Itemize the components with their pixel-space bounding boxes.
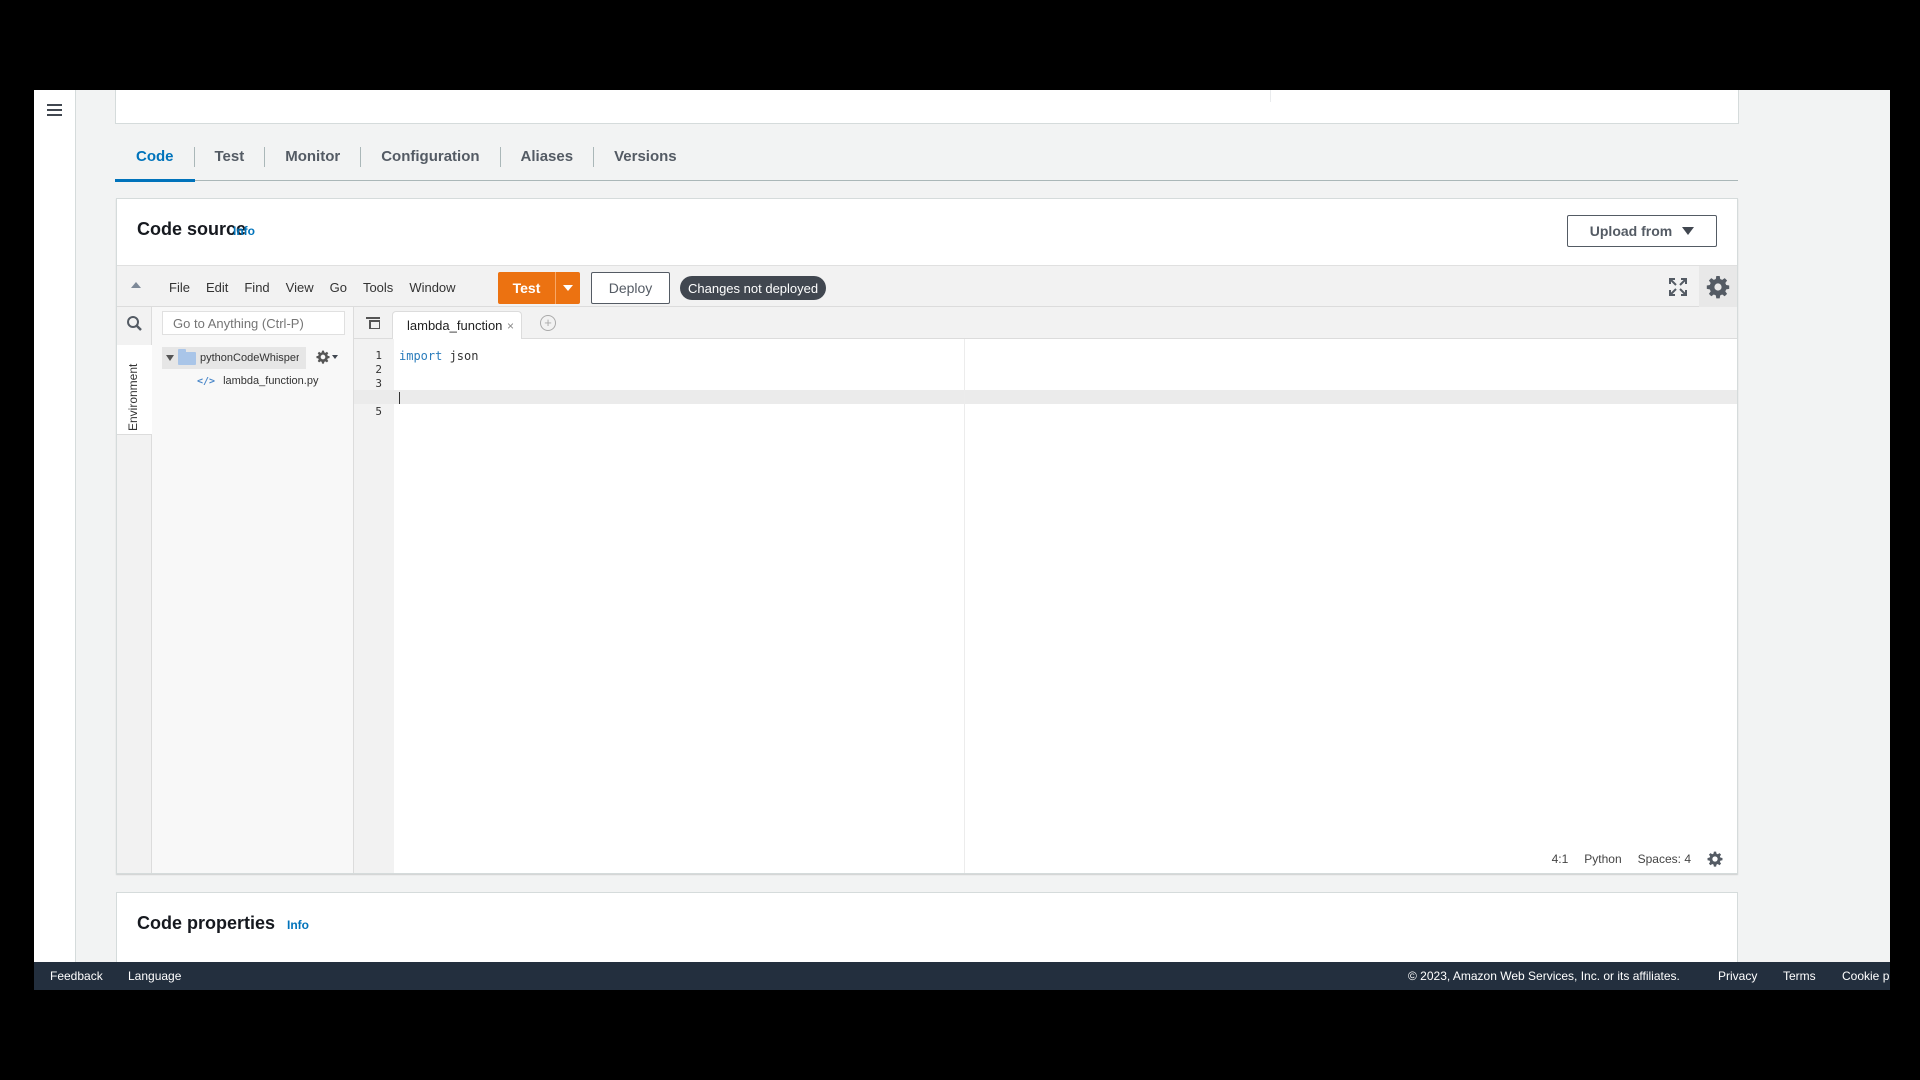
editor-tab-bar: lambda_function × + — [354, 307, 1737, 339]
function-overview-card — [115, 90, 1739, 124]
menu-file[interactable]: File — [161, 280, 198, 295]
code-text: json — [442, 349, 479, 363]
tab-versions[interactable]: Versions — [594, 147, 697, 167]
file-name: lambda_function.py — [223, 375, 319, 387]
line-number: 1 — [375, 349, 382, 362]
gear-icon[interactable] — [1707, 851, 1723, 867]
code-properties-title: Code properties — [137, 913, 276, 933]
deploy-status-badge: Changes not deployed — [680, 276, 827, 300]
hamburger-menu-icon[interactable] — [47, 104, 62, 118]
chevron-down-icon — [563, 285, 573, 291]
indent-setting[interactable]: Spaces: 4 — [1638, 852, 1691, 866]
close-icon[interactable]: × — [507, 319, 514, 333]
terms-link[interactable]: Terms — [1783, 969, 1816, 983]
card-divider — [1270, 90, 1271, 102]
environment-strip: Environment — [117, 307, 152, 873]
ide-toolbar: File Edit Find View Go Tools Window Test… — [117, 265, 1737, 307]
folder-name: pythonCodeWhisperer — [200, 352, 299, 364]
search-icon[interactable] — [126, 315, 143, 332]
tab-configuration[interactable]: Configuration — [361, 147, 501, 167]
code-editor[interactable]: lambda_function × + 1 2 3 4 5 import jso… — [354, 307, 1737, 873]
code-keyword: import — [399, 349, 443, 363]
python-file-icon: </> — [197, 375, 216, 387]
deploy-button[interactable]: Deploy — [591, 272, 670, 304]
triangle-down-icon — [166, 355, 174, 361]
menu-edit[interactable]: Edit — [198, 280, 236, 295]
ide-menu-bar: File Edit Find View Go Tools Window — [161, 266, 464, 308]
tree-folder-item[interactable]: pythonCodeWhisperer — [162, 347, 306, 369]
upload-from-label: Upload from — [1589, 223, 1673, 239]
active-line-highlight — [354, 390, 1737, 404]
tree-file-item[interactable]: </> lambda_function.py — [197, 371, 318, 391]
collapse-arrow-icon[interactable] — [131, 282, 141, 288]
goto-anything-input[interactable] — [162, 311, 345, 335]
test-split-button: Test — [498, 272, 580, 304]
upload-from-button[interactable]: Upload from — [1567, 215, 1717, 247]
environment-tab[interactable]: Environment — [117, 345, 152, 435]
editor-file-tab-label: lambda_function — [407, 318, 503, 333]
menu-tools[interactable]: Tools — [355, 280, 401, 295]
line-number: 2 — [375, 363, 382, 376]
gear-icon — [316, 350, 330, 364]
menu-go[interactable]: Go — [322, 280, 355, 295]
chevron-down-icon — [332, 355, 338, 359]
ide-settings-button[interactable] — [1699, 266, 1737, 307]
cursor-position[interactable]: 4:1 — [1552, 852, 1569, 866]
tree-settings-button[interactable] — [316, 350, 338, 364]
console-footer: Feedback Language © 2023, Amazon Web Ser… — [34, 962, 1890, 990]
print-margin — [964, 339, 965, 873]
code-source-header: Code source Info Upload from — [117, 199, 1737, 265]
tab-list-icon[interactable] — [366, 317, 380, 329]
gear-icon — [1706, 275, 1730, 298]
privacy-link[interactable]: Privacy — [1718, 969, 1757, 983]
code-source-title: Code source — [137, 219, 247, 239]
editor-status-bar: 4:1 Python Spaces: 4 — [1552, 851, 1723, 867]
text-cursor — [399, 392, 400, 404]
menu-find[interactable]: Find — [236, 280, 277, 295]
line-number: 5 — [375, 405, 382, 418]
editor-file-tab[interactable]: lambda_function × — [392, 311, 522, 339]
environment-tab-label: Environment — [126, 363, 140, 431]
left-nav-rail — [34, 90, 76, 962]
language-mode[interactable]: Python — [1584, 852, 1621, 866]
code-properties-info-link[interactable]: Info — [287, 918, 309, 932]
language-link[interactable]: Language — [128, 969, 181, 983]
menu-window[interactable]: Window — [401, 280, 463, 295]
add-tab-icon[interactable]: + — [540, 315, 556, 331]
menu-view[interactable]: View — [278, 280, 322, 295]
copyright-text: © 2023, Amazon Web Services, Inc. or its… — [1408, 969, 1680, 983]
file-tree-panel: Environment pythonCodeWhisperer </> lamb… — [117, 307, 354, 873]
folder-icon — [178, 348, 196, 365]
cookie-preferences-link[interactable]: Cookie preferences — [1842, 969, 1890, 983]
console-screen: Code Test Monitor Configuration Aliases … — [34, 90, 1890, 990]
line-number-gutter: 1 2 3 4 5 — [354, 339, 394, 873]
function-tabs: Code Test Monitor Configuration Aliases … — [115, 134, 1738, 182]
test-button[interactable]: Test — [498, 272, 556, 304]
tab-code[interactable]: Code — [115, 147, 195, 182]
tab-aliases[interactable]: Aliases — [501, 147, 595, 167]
chevron-down-icon — [1682, 227, 1695, 235]
code-line: import json — [399, 349, 478, 363]
fullscreen-icon[interactable] — [1669, 278, 1687, 296]
line-number: 3 — [375, 377, 382, 390]
code-source-panel: Code source Info Upload from File Edit F… — [116, 198, 1738, 874]
code-properties-panel: Code properties Info — [116, 892, 1738, 962]
code-source-info-link[interactable]: Info — [233, 224, 255, 238]
tab-test[interactable]: Test — [195, 147, 266, 167]
feedback-link[interactable]: Feedback — [50, 969, 103, 983]
test-dropdown-button[interactable] — [556, 272, 580, 304]
tab-monitor[interactable]: Monitor — [265, 147, 362, 167]
